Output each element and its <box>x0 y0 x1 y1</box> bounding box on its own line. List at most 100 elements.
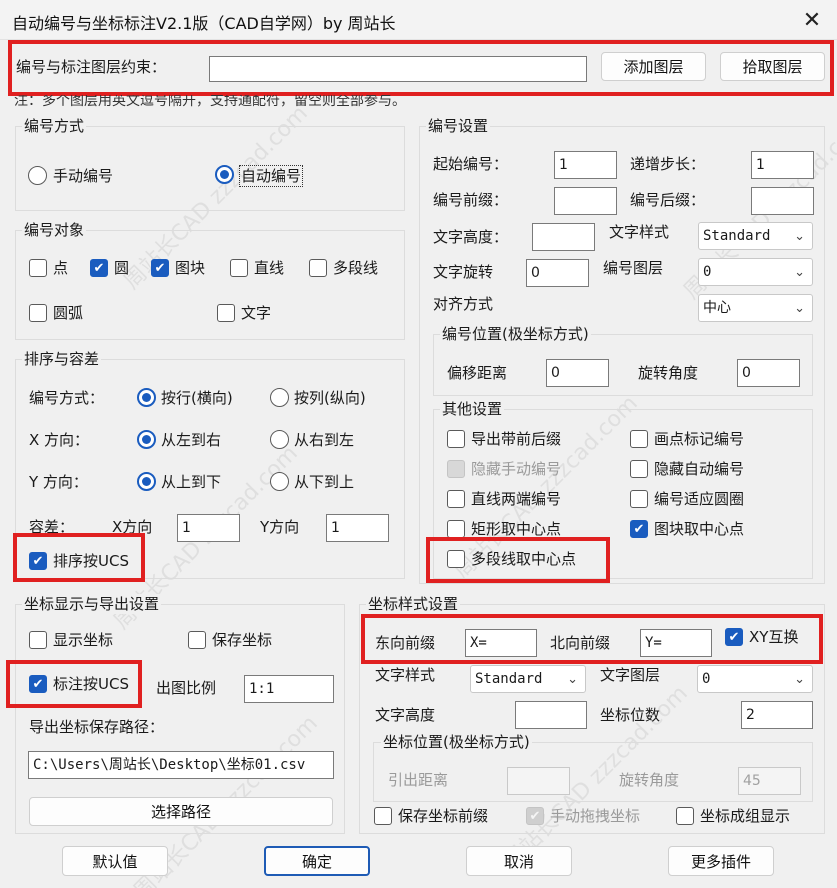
suffix-input[interactable] <box>751 187 814 215</box>
y-bottom-top-label[interactable]: 从下到上 <box>294 472 354 492</box>
tolerance-x-input[interactable]: 1 <box>177 514 240 542</box>
number-layer-label: 编号图层 <box>603 259 664 277</box>
sort-ucs-checkbox[interactable]: ✔ <box>29 552 47 570</box>
ucs-label-label[interactable]: 标注按UCS <box>53 674 129 694</box>
manual-numbering-label[interactable]: 手动编号 <box>53 166 113 186</box>
north-prefix-input[interactable]: Y= <box>640 629 712 657</box>
circle-checkbox[interactable]: ✔ <box>90 259 108 277</box>
coord-text-height-input[interactable] <box>515 701 587 729</box>
save-coord-checkbox[interactable] <box>188 631 206 649</box>
coord-layer-select[interactable]: 0 ⌄ <box>697 665 813 693</box>
save-prefix-label[interactable]: 保存坐标前缀 <box>398 806 488 826</box>
layer-constraint-input[interactable] <box>209 56 587 82</box>
xy-swap-label[interactable]: XY互换 <box>749 627 798 647</box>
chevron-down-icon: ⌄ <box>794 265 805 280</box>
by-row-radio[interactable] <box>137 388 156 407</box>
block-checkbox[interactable]: ✔ <box>151 259 169 277</box>
block-center-checkbox[interactable]: ✔ <box>630 520 648 538</box>
point-label[interactable]: 点 <box>53 258 68 278</box>
close-button[interactable]: ✕ <box>796 5 828 35</box>
east-prefix-input[interactable]: X= <box>465 629 537 657</box>
text-label[interactable]: 文字 <box>241 303 271 323</box>
group-display-label[interactable]: 坐标成组显示 <box>700 806 790 826</box>
line-ends-label[interactable]: 直线两端编号 <box>471 489 561 509</box>
check-icon: ✔ <box>728 629 740 645</box>
text-height-input[interactable] <box>532 223 595 251</box>
path-input[interactable]: C:\Users\周站长\Desktop\坐标01.csv <box>28 751 334 779</box>
lead-distance-input <box>507 767 570 795</box>
draw-point-checkbox[interactable] <box>630 430 648 448</box>
export-prefix-label[interactable]: 导出带前后缀 <box>471 429 561 449</box>
by-row-label[interactable]: 按行(横向) <box>161 388 233 408</box>
text-checkbox[interactable] <box>217 304 235 322</box>
ucs-label-checkbox[interactable]: ✔ <box>29 675 47 693</box>
x-left-right-label[interactable]: 从左到右 <box>161 430 221 450</box>
polyline-checkbox[interactable] <box>309 259 327 277</box>
sort-ucs-label[interactable]: 排序按UCS <box>53 551 129 571</box>
rect-center-label[interactable]: 矩形取中心点 <box>471 519 561 539</box>
polyline-label[interactable]: 多段线 <box>333 258 378 278</box>
more-plugins-button[interactable]: 更多插件 <box>668 846 774 876</box>
hide-auto-label[interactable]: 隐藏自动编号 <box>654 459 744 479</box>
text-rotate-input[interactable]: 0 <box>526 259 589 287</box>
ok-button[interactable]: 确定 <box>264 846 370 876</box>
fit-circle-label[interactable]: 编号适应圆圈 <box>654 489 744 509</box>
tolerance-y-input[interactable]: 1 <box>326 514 389 542</box>
rect-center-checkbox[interactable] <box>447 520 465 538</box>
text-height-label: 文字高度： <box>433 228 509 246</box>
number-angle-input[interactable]: 0 <box>737 359 800 387</box>
other-settings-title: 其他设置 <box>440 399 505 419</box>
arc-checkbox[interactable] <box>29 304 47 322</box>
show-coord-checkbox[interactable] <box>29 631 47 649</box>
group-display-checkbox[interactable] <box>676 807 694 825</box>
choose-path-button[interactable]: 选择路径 <box>29 797 333 826</box>
prefix-input[interactable] <box>554 187 617 215</box>
start-number-input[interactable]: 1 <box>554 151 617 179</box>
y-bottom-top-radio[interactable] <box>270 472 289 491</box>
by-col-radio[interactable] <box>270 388 289 407</box>
offset-label: 偏移距离 <box>447 364 508 382</box>
arc-label[interactable]: 圆弧 <box>53 303 83 323</box>
save-prefix-checkbox[interactable] <box>374 807 392 825</box>
export-prefix-checkbox[interactable] <box>447 430 465 448</box>
auto-numbering-label[interactable]: 自动编号 <box>239 165 304 187</box>
draw-point-label[interactable]: 画点标记编号 <box>654 429 744 449</box>
pline-center-label[interactable]: 多段线取中心点 <box>471 549 576 569</box>
cancel-button[interactable]: 取消 <box>466 846 572 876</box>
text-style-select[interactable]: Standard ⌄ <box>698 222 813 250</box>
xy-swap-checkbox[interactable]: ✔ <box>725 628 743 646</box>
line-checkbox[interactable] <box>230 259 248 277</box>
x-left-right-radio[interactable] <box>137 430 156 449</box>
x-right-left-radio[interactable] <box>270 430 289 449</box>
fit-circle-checkbox[interactable] <box>630 490 648 508</box>
auto-numbering-radio[interactable] <box>215 165 234 184</box>
path-label: 导出坐标保存路径： <box>29 718 165 736</box>
align-select[interactable]: 中心 ⌄ <box>698 294 813 322</box>
coord-digits-input[interactable]: 2 <box>741 701 813 729</box>
sorting-title: 排序与容差 <box>22 349 102 369</box>
y-top-bottom-radio[interactable] <box>137 472 156 491</box>
block-label[interactable]: 图块 <box>175 258 205 278</box>
line-ends-checkbox[interactable] <box>447 490 465 508</box>
pick-layer-button[interactable]: 拾取图层 <box>720 52 825 81</box>
pline-center-checkbox[interactable] <box>447 550 465 568</box>
point-checkbox[interactable] <box>29 259 47 277</box>
scale-input[interactable]: 1:1 <box>244 675 334 703</box>
number-layer-select[interactable]: 0 ⌄ <box>698 258 813 286</box>
default-button[interactable]: 默认值 <box>62 846 168 876</box>
by-col-label[interactable]: 按列(纵向) <box>294 388 366 408</box>
check-icon: ✔ <box>93 260 105 276</box>
coord-text-style-select[interactable]: Standard ⌄ <box>470 665 586 693</box>
block-center-label[interactable]: 图块取中心点 <box>654 519 744 539</box>
step-input[interactable]: 1 <box>751 151 814 179</box>
y-top-bottom-label[interactable]: 从上到下 <box>161 472 221 492</box>
manual-numbering-radio[interactable] <box>28 166 47 185</box>
x-right-left-label[interactable]: 从右到左 <box>294 430 354 450</box>
save-coord-label[interactable]: 保存坐标 <box>212 630 272 650</box>
circle-label[interactable]: 圆 <box>114 258 129 278</box>
add-layer-button[interactable]: 添加图层 <box>601 52 706 81</box>
line-label[interactable]: 直线 <box>254 258 284 278</box>
show-coord-label[interactable]: 显示坐标 <box>53 630 113 650</box>
offset-input[interactable]: 0 <box>546 359 609 387</box>
hide-auto-checkbox[interactable] <box>630 460 648 478</box>
